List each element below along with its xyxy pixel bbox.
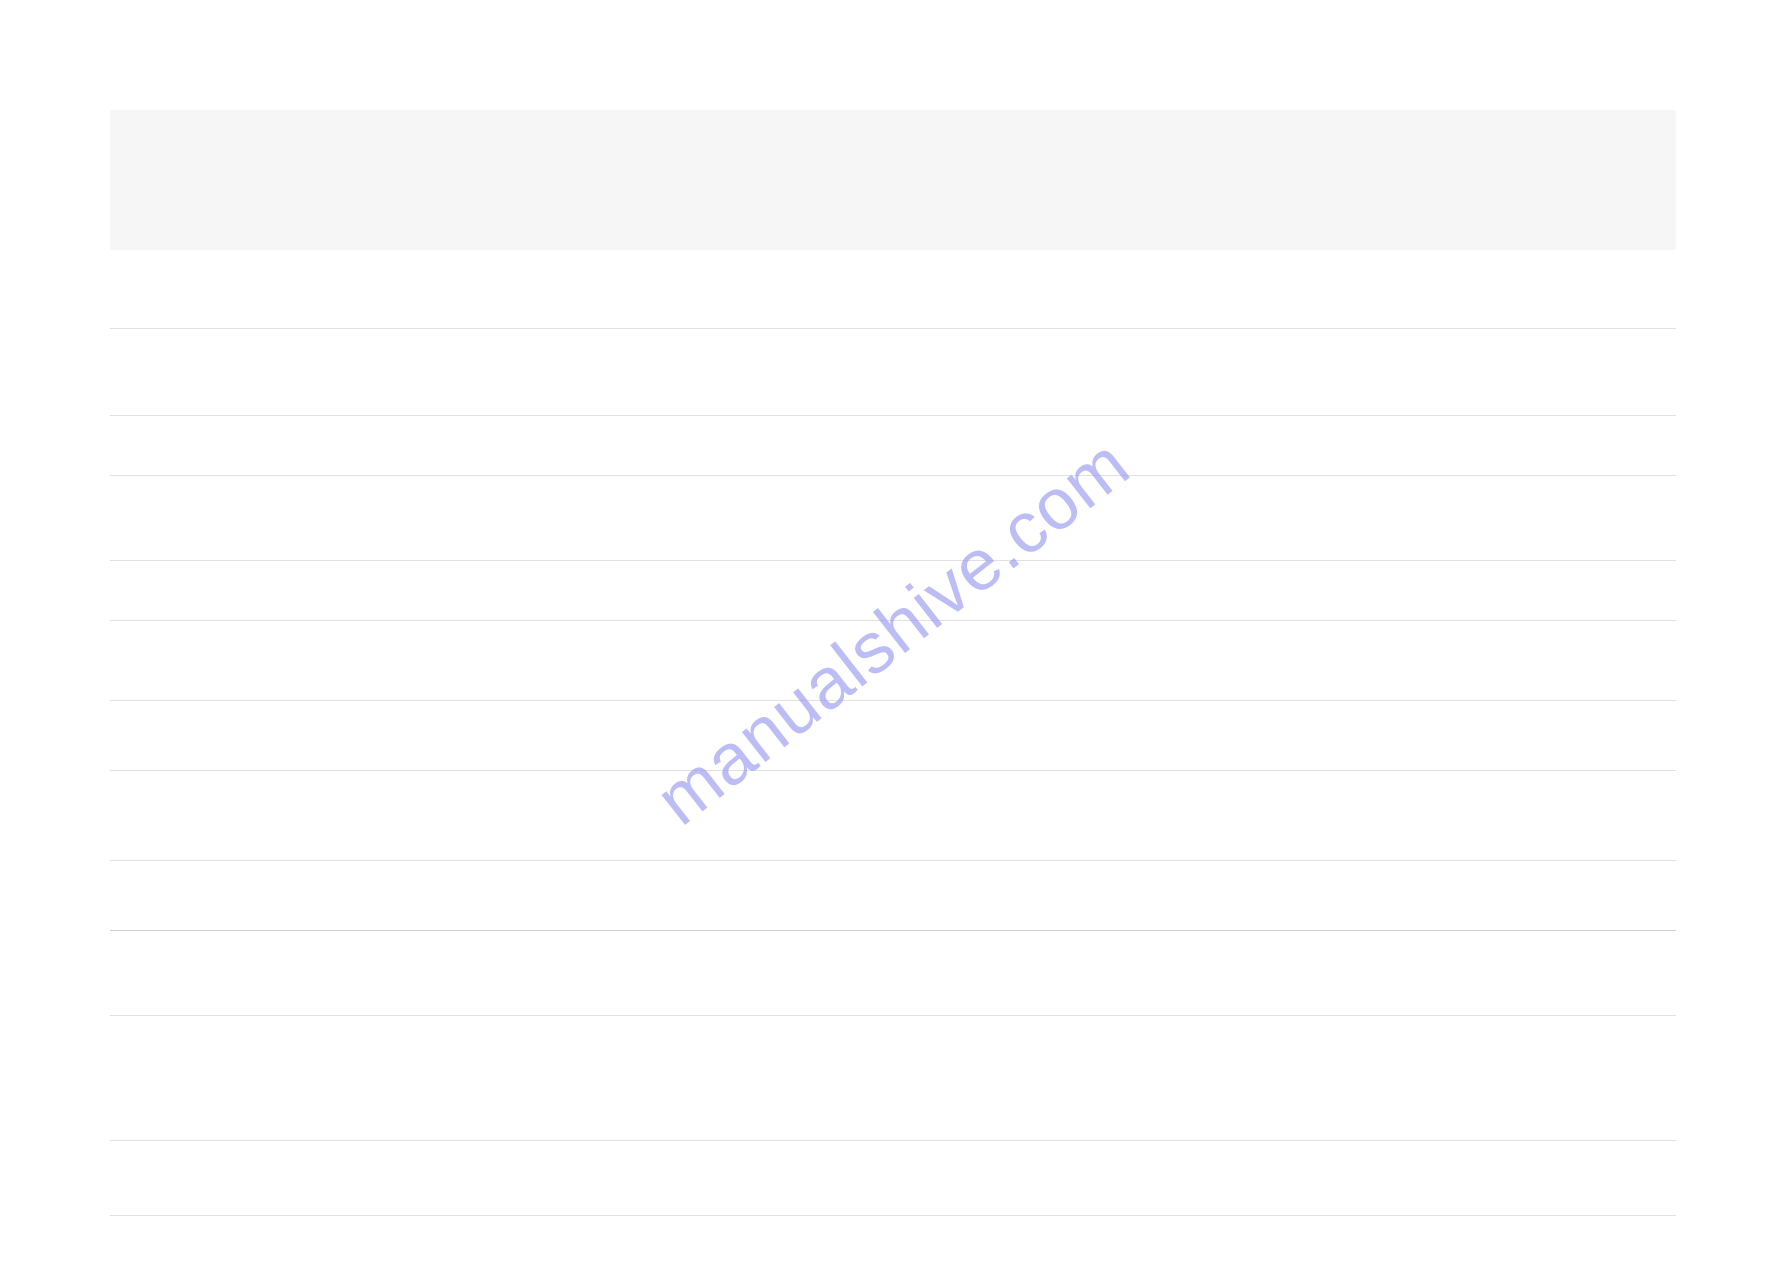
horizontal-rule — [110, 328, 1676, 329]
horizontal-rule — [110, 1140, 1676, 1141]
horizontal-rule — [110, 1015, 1676, 1016]
horizontal-rule — [110, 560, 1676, 561]
horizontal-rule — [110, 860, 1676, 861]
horizontal-rule — [110, 770, 1676, 771]
horizontal-rule — [110, 700, 1676, 701]
horizontal-rule — [110, 930, 1676, 931]
horizontal-rule — [110, 1215, 1676, 1216]
watermark-text: manualshive.com — [641, 422, 1145, 841]
horizontal-rule — [110, 475, 1676, 476]
horizontal-rule — [110, 415, 1676, 416]
document-page: manualshive.com — [0, 0, 1786, 1263]
horizontal-rule — [110, 620, 1676, 621]
header-placeholder-box — [110, 110, 1676, 250]
